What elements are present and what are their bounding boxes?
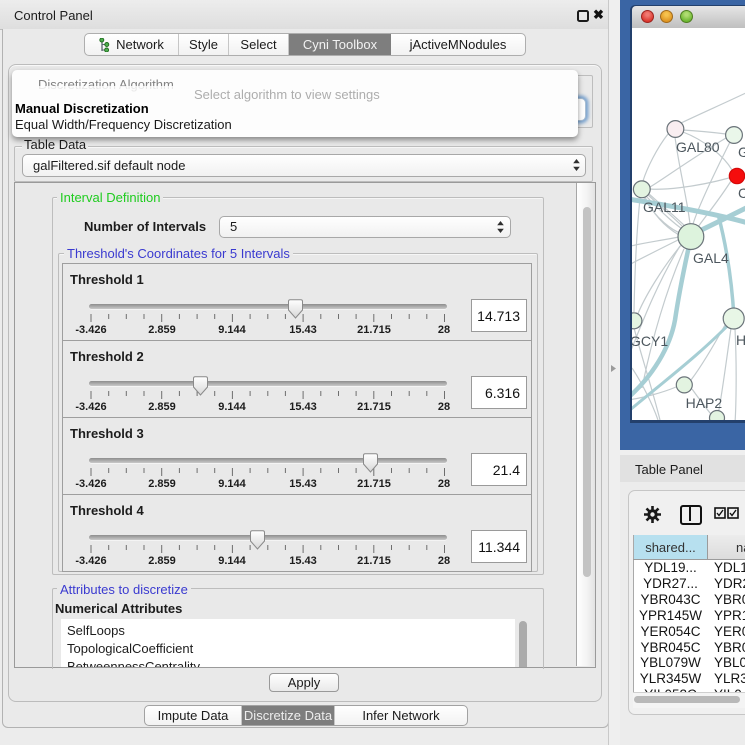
svg-text:GCY1: GCY1 [632, 333, 668, 349]
svg-text:C: C [738, 185, 745, 201]
svg-text:H: H [736, 332, 745, 348]
svg-text:HAP2: HAP2 [686, 395, 723, 411]
svg-text:GAL4: GAL4 [693, 250, 729, 266]
svg-text:GAL80: GAL80 [676, 139, 720, 155]
svg-text:GA: GA [738, 144, 745, 160]
svg-text:GAL11: GAL11 [643, 199, 686, 215]
